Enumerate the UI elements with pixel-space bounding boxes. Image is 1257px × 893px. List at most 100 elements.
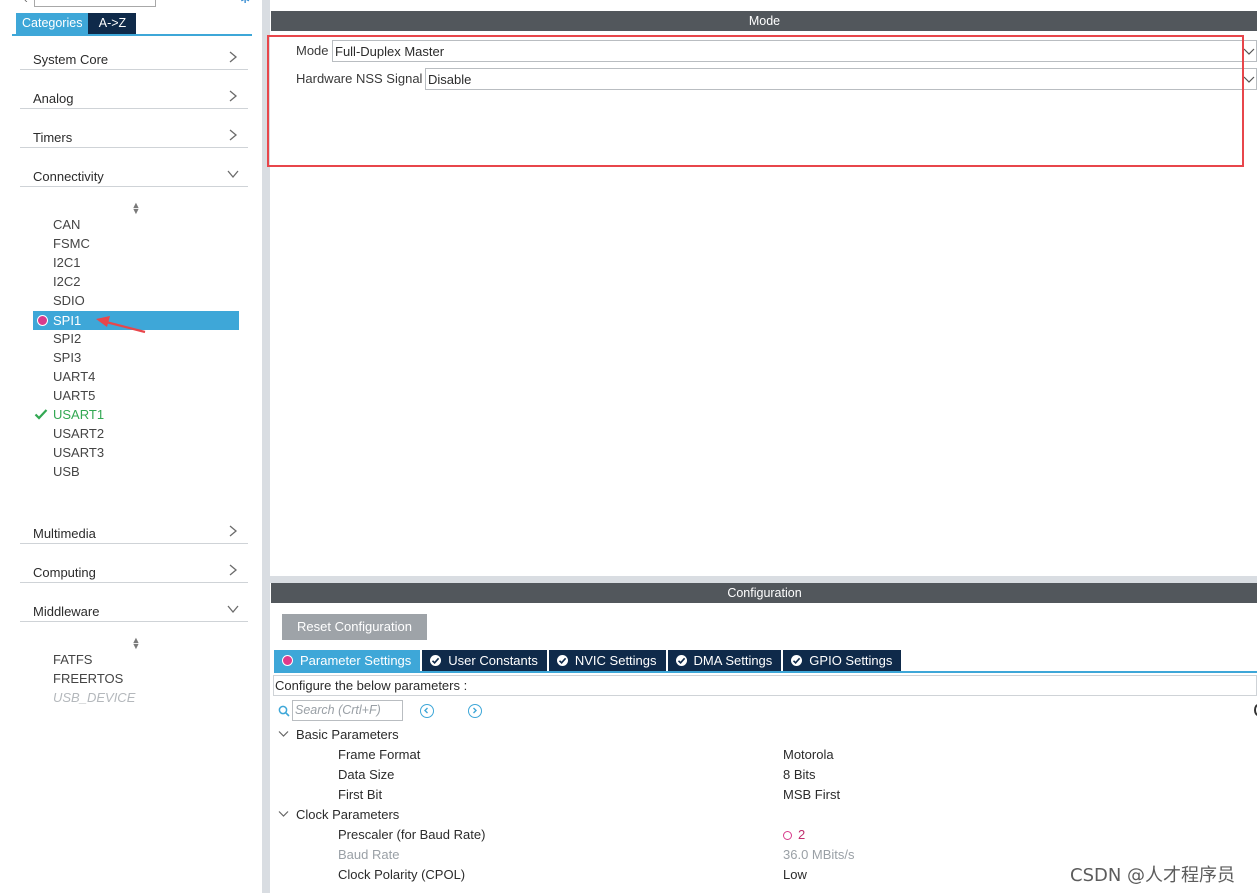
tab-label: Parameter Settings	[300, 653, 412, 668]
configure-hint: Configure the below parameters :	[273, 675, 1257, 696]
peripheral-usart1[interactable]: USART1	[53, 405, 104, 424]
group-basic-parameters[interactable]: Basic Parameters	[278, 725, 399, 745]
peripheral-search-input[interactable]	[34, 0, 156, 7]
configuration-section-header: Configuration	[271, 583, 1257, 603]
view-tabs: Categories A->Z	[16, 13, 137, 34]
left-panel: ‹ ✲ Categories A->Z System Core Analog T…	[0, 0, 262, 893]
tab-gpio-settings[interactable]: GPIO Settings	[783, 650, 902, 671]
param-first-bit-value[interactable]: MSB First	[783, 785, 840, 805]
param-prescaler-value: 2	[798, 827, 806, 842]
category-multimedia[interactable]: Multimedia	[20, 522, 248, 544]
error-status-icon	[282, 655, 293, 666]
peripheral-spi3[interactable]: SPI3	[53, 348, 81, 367]
chevron-right-icon	[228, 50, 238, 64]
error-status-icon	[37, 315, 48, 326]
tabs-underline	[12, 34, 252, 36]
chevron-down-icon	[278, 725, 296, 745]
chevron-down-icon	[226, 169, 240, 179]
search-icon	[278, 705, 290, 717]
tab-a-to-z[interactable]: A->Z	[88, 13, 137, 34]
configuration-tabs: Parameter Settings User Constants NVIC S…	[274, 650, 903, 671]
peripheral-spi1: SPI1	[53, 313, 82, 328]
param-frame-format: Frame Format	[338, 747, 421, 762]
category-computing[interactable]: Computing	[20, 561, 248, 583]
tab-label: DMA Settings	[693, 653, 773, 668]
category-label: Analog	[33, 91, 74, 106]
group-label: Basic Parameters	[296, 727, 399, 742]
check-icon	[34, 409, 48, 420]
middleware-fatfs[interactable]: FATFS	[53, 650, 92, 669]
collapse-arrow-icon[interactable]: ‹	[24, 0, 28, 6]
category-label: Multimedia	[33, 526, 96, 541]
peripheral-usart2[interactable]: USART2	[53, 424, 104, 443]
next-match-icon[interactable]	[468, 704, 482, 718]
peripheral-can[interactable]: CAN	[53, 215, 80, 234]
chevron-down-icon	[278, 805, 296, 825]
param-data-size: Data Size	[338, 767, 395, 782]
tab-dma-settings[interactable]: DMA Settings	[667, 650, 782, 671]
category-label: Timers	[33, 130, 73, 145]
tab-label: GPIO Settings	[809, 653, 893, 668]
tabs-underline	[274, 671, 1257, 673]
red-highlight-annotation	[267, 35, 1244, 167]
tab-label: NVIC Settings	[574, 653, 657, 668]
category-timers[interactable]: Timers	[20, 126, 248, 148]
peripheral-uart4[interactable]: UART4	[53, 367, 95, 386]
peripheral-sdio[interactable]: SDIO	[53, 291, 85, 310]
category-system-core[interactable]: System Core	[20, 48, 248, 70]
tab-parameter-settings[interactable]: Parameter Settings	[274, 650, 421, 671]
chevron-right-icon	[228, 128, 238, 142]
middleware-usb-device[interactable]: USB_DEVICE	[53, 688, 135, 707]
peripheral-fsmc[interactable]: FSMC	[53, 234, 90, 253]
chevron-right-icon	[228, 524, 238, 538]
red-arrow-annotation	[96, 316, 146, 334]
peripheral-spi2[interactable]: SPI2	[53, 329, 81, 348]
param-first-bit: First Bit	[338, 787, 383, 802]
gear-icon[interactable]: ✲	[240, 0, 250, 6]
chevron-right-icon	[228, 563, 238, 577]
category-connectivity[interactable]: Connectivity	[20, 165, 248, 187]
tab-label: User Constants	[448, 653, 538, 668]
ok-status-icon	[556, 655, 568, 666]
peripheral-i2c1[interactable]: I2C1	[53, 253, 80, 272]
previous-match-icon[interactable]	[420, 704, 434, 718]
panel-splitter[interactable]	[270, 576, 1257, 583]
middleware-freertos[interactable]: FREERTOS	[53, 669, 123, 688]
chevron-down-icon	[226, 604, 240, 614]
category-label: Computing	[33, 565, 96, 580]
group-label: Clock Parameters	[296, 807, 400, 822]
error-status-icon	[783, 831, 792, 840]
ok-status-icon	[430, 655, 442, 666]
category-analog[interactable]: Analog	[20, 87, 248, 109]
ok-status-icon	[675, 655, 687, 666]
peripheral-uart5[interactable]: UART5	[53, 386, 95, 405]
ok-status-icon	[791, 655, 803, 666]
peripheral-usart3[interactable]: USART3	[53, 443, 104, 462]
parameter-search-input[interactable]: Search (Crtl+F)	[292, 700, 403, 721]
category-label: Connectivity	[33, 169, 104, 184]
tab-user-constants[interactable]: User Constants	[422, 650, 547, 671]
watermark: CSDN @人才程序员	[1070, 865, 1236, 886]
param-data-size-value[interactable]: 8 Bits	[783, 765, 816, 785]
param-prescaler-value-cell[interactable]: 2	[783, 825, 805, 845]
reset-configuration-button[interactable]: Reset Configuration	[282, 614, 427, 640]
peripheral-usb[interactable]: USB	[53, 462, 80, 481]
category-label: System Core	[33, 52, 109, 67]
chevron-right-icon	[228, 89, 238, 103]
tab-nvic-settings[interactable]: NVIC Settings	[548, 650, 666, 671]
param-frame-format-value[interactable]: Motorola	[783, 745, 834, 765]
param-clock-polarity: Clock Polarity (CPOL)	[338, 867, 466, 882]
param-baud-rate-value: 36.0 MBits/s	[783, 847, 855, 862]
sort-icon[interactable]: ▲ ▼	[131, 201, 141, 216]
category-label: Middleware	[33, 604, 100, 619]
tab-categories[interactable]: Categories	[16, 13, 89, 34]
group-clock-parameters[interactable]: Clock Parameters	[278, 805, 399, 825]
param-prescaler: Prescaler (for Baud Rate)	[338, 827, 486, 842]
chevron-down-icon	[1243, 72, 1255, 89]
param-baud-rate: Baud Rate	[338, 847, 400, 862]
param-clock-polarity-value[interactable]: Low	[783, 865, 807, 885]
mode-section-header: Mode	[271, 11, 1257, 31]
peripheral-i2c2[interactable]: I2C2	[53, 272, 80, 291]
category-middleware[interactable]: Middleware	[20, 600, 248, 622]
sort-icon[interactable]: ▲ ▼	[131, 636, 141, 651]
